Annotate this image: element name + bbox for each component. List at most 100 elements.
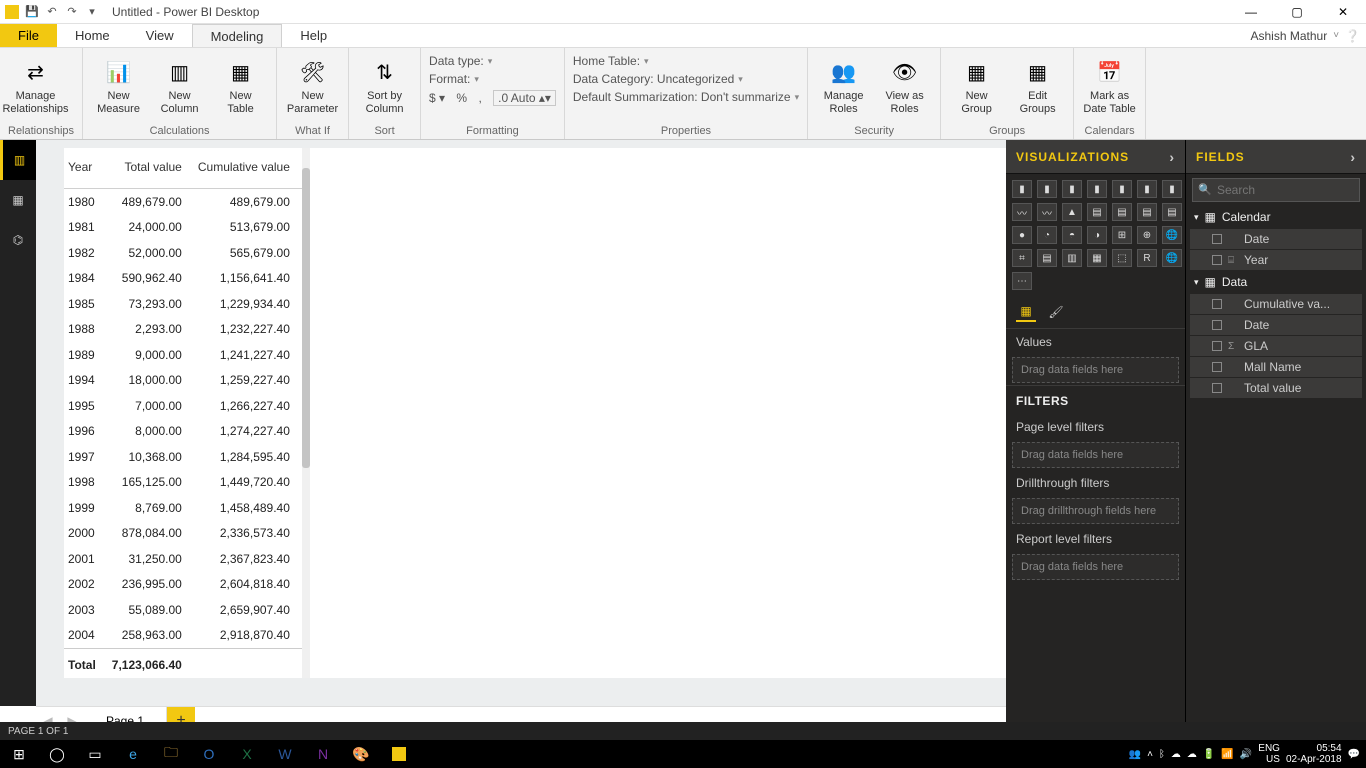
viz-type-28[interactable]: ⋯ bbox=[1012, 272, 1032, 290]
viz-type-15[interactable]: ◔ bbox=[1037, 226, 1057, 244]
excel-icon[interactable]: X bbox=[228, 740, 266, 768]
table-row[interactable]: 1980489,679.00489,679.00 bbox=[64, 188, 302, 214]
field-checkbox[interactable] bbox=[1212, 362, 1222, 372]
field-checkbox[interactable] bbox=[1212, 299, 1222, 309]
maximize-button[interactable]: ▢ bbox=[1274, 0, 1320, 24]
viz-type-23[interactable]: ▥ bbox=[1062, 249, 1082, 267]
help-icon[interactable]: ❔ bbox=[1345, 29, 1360, 43]
new-group-button[interactable]: ▦NewGroup bbox=[949, 52, 1004, 115]
viz-type-2[interactable]: ▮ bbox=[1062, 180, 1082, 198]
table-row[interactable]: 199710,368.001,284,595.40 bbox=[64, 444, 302, 470]
onedrive-icon[interactable]: ☁ bbox=[1171, 749, 1181, 760]
tab-file[interactable]: File bbox=[0, 24, 57, 47]
viz-type-11[interactable]: ▤ bbox=[1112, 203, 1132, 221]
onenote-icon[interactable]: N bbox=[304, 740, 342, 768]
field-checkbox[interactable] bbox=[1212, 341, 1222, 351]
table-row[interactable]: 1984590,962.401,156,641.40 bbox=[64, 266, 302, 292]
minimize-button[interactable]: — bbox=[1228, 0, 1274, 24]
viz-type-16[interactable]: ◓ bbox=[1062, 226, 1082, 244]
table-row[interactable]: 200355,089.002,659,907.40 bbox=[64, 597, 302, 623]
viz-type-1[interactable]: ▮ bbox=[1037, 180, 1057, 198]
table-row[interactable]: 198573,293.001,229,934.40 bbox=[64, 291, 302, 317]
rail-data-icon[interactable]: ▦ bbox=[0, 180, 36, 220]
user-name[interactable]: Ashish Mathur bbox=[1251, 29, 1328, 43]
viz-type-25[interactable]: ⬚ bbox=[1112, 249, 1132, 267]
table-row[interactable]: 2004258,963.002,918,870.40 bbox=[64, 623, 302, 649]
field-checkbox[interactable] bbox=[1212, 234, 1222, 244]
table-row[interactable]: 19957,000.001,266,227.40 bbox=[64, 393, 302, 419]
sort-by-column-button[interactable]: ⇅Sort byColumn bbox=[357, 52, 412, 115]
viz-type-27[interactable]: 🌐 bbox=[1162, 249, 1182, 267]
table-row[interactable]: 2000878,084.002,336,573.40 bbox=[64, 521, 302, 547]
table-row[interactable]: 198252,000.00565,679.00 bbox=[64, 240, 302, 266]
close-button[interactable]: ✕ bbox=[1320, 0, 1366, 24]
viz-type-21[interactable]: ⌗ bbox=[1012, 249, 1032, 267]
viz-type-26[interactable]: R bbox=[1137, 249, 1157, 267]
mark-as-date-table-button[interactable]: 📅Mark asDate Table bbox=[1082, 52, 1137, 115]
field-item[interactable]: ΣGLA bbox=[1190, 336, 1362, 356]
people-icon[interactable]: 👥 bbox=[1129, 749, 1141, 760]
col-header[interactable]: Cumulative value bbox=[194, 148, 302, 188]
page-filters-dropzone[interactable]: Drag data fields here bbox=[1012, 442, 1179, 468]
home-table-dropdown[interactable]: Home Table: ▾ bbox=[573, 54, 799, 68]
new-table-button[interactable]: ▦NewTable bbox=[213, 52, 268, 115]
viz-type-8[interactable]: 〰 bbox=[1037, 203, 1057, 221]
report-filters-dropzone[interactable]: Drag data fields here bbox=[1012, 554, 1179, 580]
report-canvas[interactable]: YearTotal valueCumulative value1980489,6… bbox=[36, 140, 1006, 706]
col-header[interactable]: Year bbox=[64, 148, 108, 188]
data-type-dropdown[interactable]: Data type: ▾ bbox=[429, 54, 556, 68]
outlook-icon[interactable]: O bbox=[190, 740, 228, 768]
field-item[interactable]: Date bbox=[1190, 315, 1362, 335]
viz-type-19[interactable]: ⊕ bbox=[1137, 226, 1157, 244]
weather-icon[interactable]: ☁ bbox=[1187, 749, 1197, 760]
tab-home[interactable]: Home bbox=[57, 24, 128, 47]
viz-type-18[interactable]: ⊞ bbox=[1112, 226, 1132, 244]
values-dropzone[interactable]: Drag data fields here bbox=[1012, 357, 1179, 383]
viz-type-5[interactable]: ▮ bbox=[1137, 180, 1157, 198]
viz-type-22[interactable]: ▤ bbox=[1037, 249, 1057, 267]
collapse-fields-icon[interactable]: › bbox=[1350, 149, 1356, 165]
manage-roles-button[interactable]: 👥ManageRoles bbox=[816, 52, 871, 115]
explorer-icon[interactable]: 🗀 bbox=[152, 740, 190, 768]
bluetooth-icon[interactable]: ᛒ bbox=[1159, 749, 1165, 760]
viz-type-12[interactable]: ▤ bbox=[1137, 203, 1157, 221]
viz-type-10[interactable]: ▤ bbox=[1087, 203, 1107, 221]
volume-icon[interactable]: 🔊 bbox=[1240, 749, 1252, 760]
user-chevron-icon[interactable]: ˅ bbox=[1333, 30, 1339, 41]
field-checkbox[interactable] bbox=[1212, 255, 1222, 265]
tab-help[interactable]: Help bbox=[282, 24, 345, 47]
viz-type-3[interactable]: ▮ bbox=[1087, 180, 1107, 198]
new-column-button[interactable]: ▥NewColumn bbox=[152, 52, 207, 115]
table-row[interactable]: 2002236,995.002,604,818.40 bbox=[64, 572, 302, 598]
field-table[interactable]: ▾▦ Data bbox=[1186, 271, 1366, 293]
notifications-icon[interactable]: 💬 bbox=[1348, 749, 1360, 760]
drillthrough-dropzone[interactable]: Drag drillthrough fields here bbox=[1012, 498, 1179, 524]
table-row[interactable]: 19882,293.001,232,227.40 bbox=[64, 317, 302, 343]
view-as-roles-button[interactable]: 👁View asRoles bbox=[877, 52, 932, 115]
table-row[interactable]: 199418,000.001,259,227.40 bbox=[64, 368, 302, 394]
table-row[interactable]: 200131,250.002,367,823.40 bbox=[64, 546, 302, 572]
wifi-icon[interactable]: 📶 bbox=[1221, 749, 1233, 760]
qat-dropdown-icon[interactable]: ▾ bbox=[84, 4, 100, 20]
taskview-icon[interactable]: ▭ bbox=[76, 740, 114, 768]
table-row[interactable]: 19968,000.001,274,227.40 bbox=[64, 419, 302, 445]
battery-icon[interactable]: 🔋 bbox=[1203, 749, 1215, 760]
field-item[interactable]: ⌸Year bbox=[1190, 250, 1362, 270]
powerbi-taskbar-icon[interactable] bbox=[380, 740, 418, 768]
viz-type-0[interactable]: ▮ bbox=[1012, 180, 1032, 198]
fields-well-icon[interactable]: ▦ bbox=[1016, 302, 1036, 322]
undo-icon[interactable]: ↶ bbox=[44, 4, 60, 20]
edge-icon[interactable]: e bbox=[114, 740, 152, 768]
percent-button[interactable]: % bbox=[456, 91, 467, 105]
viz-type-6[interactable]: ▮ bbox=[1162, 180, 1182, 198]
viz-type-20[interactable]: 🌐 bbox=[1162, 226, 1182, 244]
save-icon[interactable]: 💾 bbox=[24, 4, 40, 20]
default-summarization-dropdown[interactable]: Default Summarization: Don't summarize ▾ bbox=[573, 90, 799, 104]
new-measure-button[interactable]: 📊NewMeasure bbox=[91, 52, 146, 115]
field-checkbox[interactable] bbox=[1212, 383, 1222, 393]
data-category-dropdown[interactable]: Data Category: Uncategorized ▾ bbox=[573, 72, 799, 86]
rail-model-icon[interactable]: ⌬ bbox=[0, 220, 36, 260]
field-item[interactable]: Mall Name bbox=[1190, 357, 1362, 377]
word-icon[interactable]: W bbox=[266, 740, 304, 768]
table-row[interactable]: 198124,000.00513,679.00 bbox=[64, 215, 302, 241]
